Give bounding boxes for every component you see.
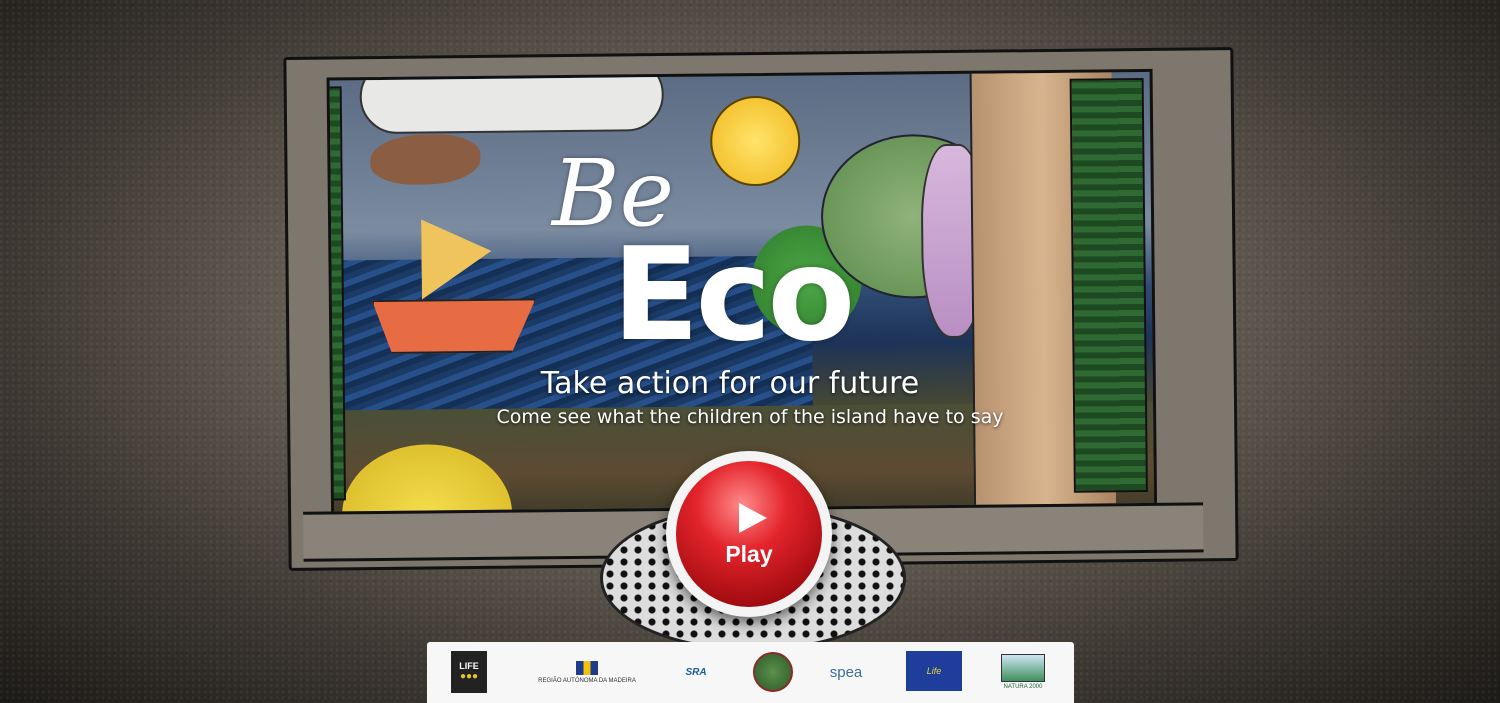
sra-logo-text: SRA bbox=[685, 666, 707, 678]
natura-2000-logo-text: NATURA 2000 bbox=[1003, 684, 1043, 690]
natura-2000-emblem-icon bbox=[1001, 654, 1045, 682]
subtagline: Come see what the children of the island… bbox=[496, 406, 1004, 428]
life-eco-logo[interactable]: LIFE ●●● bbox=[451, 651, 487, 693]
right-shutter bbox=[1069, 77, 1148, 493]
sra-logo[interactable]: SRA bbox=[665, 651, 727, 693]
play-icon bbox=[739, 503, 767, 533]
sponsor-logo-bar: LIFE ●●● REGIÃO AUTÓNOMA DA MADEIRA SRA … bbox=[427, 642, 1074, 703]
madeira-logo-text: REGIÃO AUTÓNOMA DA MADEIRA bbox=[538, 677, 636, 684]
spea-logo[interactable]: spea bbox=[821, 651, 871, 693]
eco-dots-icon: ●●● bbox=[459, 671, 479, 683]
left-shutter bbox=[326, 86, 346, 502]
cloud-drawing bbox=[359, 68, 665, 135]
title-eco: Eco bbox=[612, 221, 855, 370]
bird-drawing bbox=[370, 133, 481, 186]
sun-drawing bbox=[709, 95, 801, 187]
natural-park-logo[interactable] bbox=[753, 651, 793, 693]
play-button-core[interactable]: Play bbox=[676, 461, 822, 607]
madeira-crest-icon bbox=[576, 660, 598, 675]
natural-park-emblem-icon bbox=[753, 652, 793, 692]
eu-life-logo[interactable]: Life bbox=[906, 651, 962, 691]
boat-drawing bbox=[372, 298, 537, 354]
madeira-government-logo[interactable]: REGIÃO AUTÓNOMA DA MADEIRA bbox=[535, 651, 639, 693]
natura-2000-logo[interactable]: NATURA 2000 bbox=[999, 651, 1047, 693]
spea-logo-text: spea bbox=[829, 663, 863, 681]
tagline: Take action for our future bbox=[540, 366, 920, 401]
life-eco-logo-text: LIFE bbox=[459, 660, 479, 671]
play-button[interactable]: Play bbox=[666, 451, 832, 617]
eu-life-logo-text: Life bbox=[926, 666, 942, 676]
play-button-label: Play bbox=[725, 541, 773, 567]
